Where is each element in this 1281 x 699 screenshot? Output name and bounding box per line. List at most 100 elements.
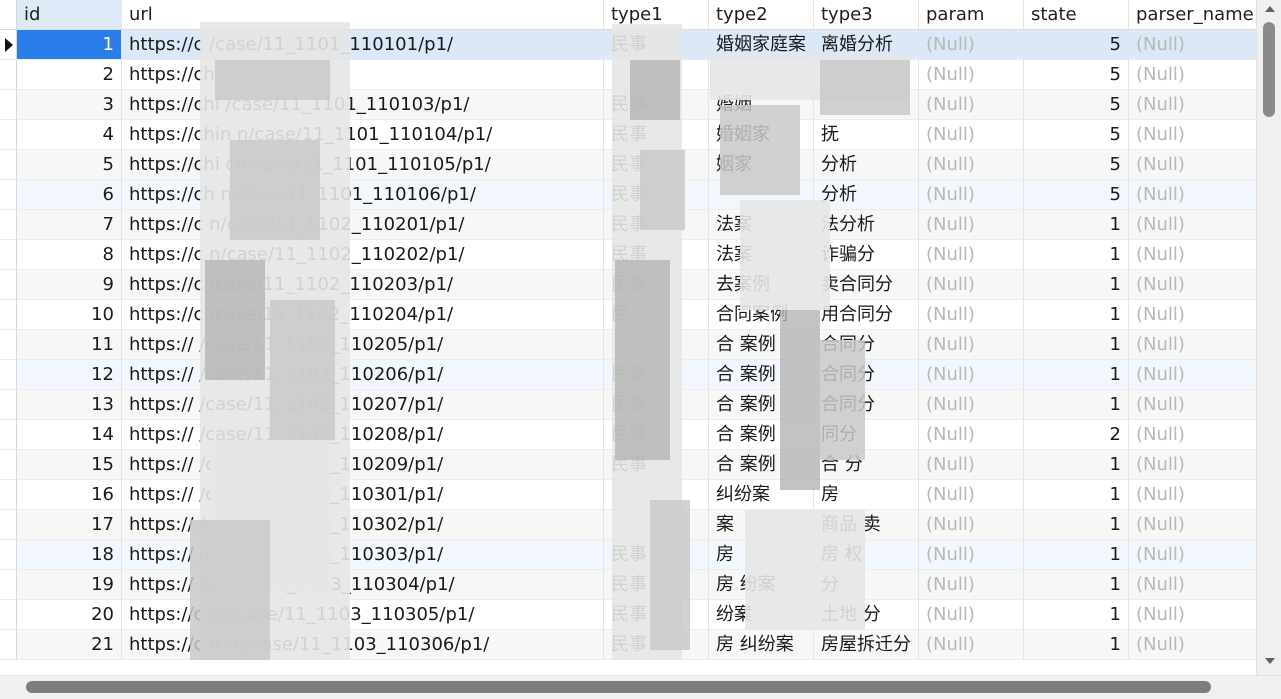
scroll-up-arrow-icon[interactable] <box>1265 6 1275 12</box>
row-marker[interactable] <box>0 420 17 450</box>
cell-parser-name[interactable]: (Null) <box>1129 570 1256 600</box>
cell-url[interactable]: https://chin n/case/11_1101_110104/p1/ <box>122 120 604 150</box>
column-header-parser-name[interactable]: parser_name <box>1129 0 1256 29</box>
cell-type3[interactable]: 合同分 <box>814 330 919 360</box>
row-marker[interactable] <box>0 450 17 480</box>
cell-type2[interactable] <box>709 60 814 90</box>
cell-param[interactable]: (Null) <box>919 300 1024 330</box>
row-marker[interactable] <box>0 240 17 270</box>
cell-param[interactable]: (Null) <box>919 270 1024 300</box>
cell-parser-name[interactable]: (Null) <box>1129 630 1256 660</box>
cell-param[interactable]: (Null) <box>919 330 1024 360</box>
vertical-scroll-thumb[interactable] <box>1263 22 1275 117</box>
column-header-url[interactable]: url <box>122 0 604 29</box>
cell-param[interactable]: (Null) <box>919 600 1024 630</box>
cell-type2[interactable] <box>709 180 814 210</box>
table-row[interactable]: 18 https:// /case/11_1103_110303/p1/民事房房 … <box>0 540 1256 570</box>
cell-type3[interactable]: 房 <box>814 480 919 510</box>
cell-url[interactable]: https://c n/case/11_1102_110201/p1/ <box>122 210 604 240</box>
cell-state[interactable]: 1 <box>1024 630 1129 660</box>
cell-parser-name[interactable]: (Null) <box>1129 420 1256 450</box>
table-row[interactable]: 13 https:// /case/11_1102_110207/p1/民事合 案… <box>0 390 1256 420</box>
cell-type3[interactable]: 合 分 <box>814 450 919 480</box>
cell-type1[interactable]: 民 <box>604 300 709 330</box>
column-header-type2[interactable]: type2 <box>709 0 814 29</box>
cell-type2[interactable]: 合 案例 <box>709 390 814 420</box>
cell-url[interactable]: https://chi /case/11_1101_110103/p1/ <box>122 90 604 120</box>
cell-id[interactable]: 14 <box>17 420 122 450</box>
cell-type3[interactable]: 分 <box>814 570 919 600</box>
table-row[interactable]: 16 https:// /case/11_1103_110301/p1/纠纷案房(… <box>0 480 1256 510</box>
table-row[interactable]: 19 https:// n/case/11_1103_110304/p1/民事房 … <box>0 570 1256 600</box>
cell-id[interactable]: 2 <box>17 60 122 90</box>
row-marker[interactable] <box>0 120 17 150</box>
table-row[interactable]: 2 https://ch (Null) 5 (Null) <box>0 60 1256 90</box>
cell-param[interactable]: (Null) <box>919 570 1024 600</box>
horizontal-scroll-thumb[interactable] <box>26 681 1211 693</box>
cell-url[interactable]: https:// /case/11_1103_110303/p1/ <box>122 540 604 570</box>
cell-type3[interactable]: 分析 <box>814 150 919 180</box>
cell-state[interactable]: 5 <box>1024 180 1129 210</box>
cell-state[interactable]: 5 <box>1024 120 1129 150</box>
cell-id[interactable]: 7 <box>17 210 122 240</box>
cell-type1[interactable] <box>604 480 709 510</box>
cell-param[interactable]: (Null) <box>919 480 1024 510</box>
cell-url[interactable]: https:// /case/11_1102_110208/p1/ <box>122 420 604 450</box>
table-row[interactable]: 1 https://c /case/11_1101_110101/p1/民事 婚姻家… <box>0 30 1256 60</box>
cell-parser-name[interactable]: (Null) <box>1129 180 1256 210</box>
row-marker[interactable] <box>0 480 17 510</box>
table-row[interactable]: 8 https://c n/case/11_1102_110202/p1/民事 法案… <box>0 240 1256 270</box>
cell-id[interactable]: 13 <box>17 390 122 420</box>
cell-id[interactable]: 18 <box>17 540 122 570</box>
cell-type2[interactable]: 案 <box>709 510 814 540</box>
cell-type1[interactable]: 民事 <box>604 150 709 180</box>
cell-type1[interactable]: 民事 <box>604 180 709 210</box>
cell-id[interactable]: 10 <box>17 300 122 330</box>
cell-id[interactable]: 17 <box>17 510 122 540</box>
cell-parser-name[interactable]: (Null) <box>1129 600 1256 630</box>
cell-type3[interactable]: 土地 分 <box>814 600 919 630</box>
cell-id[interactable]: 12 <box>17 360 122 390</box>
cell-type2[interactable]: 婚姻家庭案 <box>709 30 814 60</box>
row-marker[interactable] <box>0 60 17 90</box>
cell-type1[interactable]: 民事 <box>604 420 709 450</box>
cell-type3[interactable]: 诈骗分 <box>814 240 919 270</box>
cell-url[interactable]: https://c /case/11_1102_110204/p1/ <box>122 300 604 330</box>
cell-param[interactable]: (Null) <box>919 90 1024 120</box>
cell-type1[interactable]: 民事 <box>604 240 709 270</box>
cell-parser-name[interactable]: (Null) <box>1129 150 1256 180</box>
cell-type2[interactable]: 房 <box>709 540 814 570</box>
cell-id[interactable]: 5 <box>17 150 122 180</box>
cell-parser-name[interactable]: (Null) <box>1129 90 1256 120</box>
cell-parser-name[interactable]: (Null) <box>1129 270 1256 300</box>
cell-state[interactable]: 1 <box>1024 210 1129 240</box>
column-header-param[interactable]: param <box>919 0 1024 29</box>
cell-type3[interactable]: 抚 <box>814 120 919 150</box>
cell-type2[interactable]: 法案 <box>709 210 814 240</box>
row-marker[interactable] <box>0 90 17 120</box>
cell-parser-name[interactable]: (Null) <box>1129 300 1256 330</box>
table-row[interactable]: 3 https://chi /case/11_1101_110103/p1/民事婚… <box>0 90 1256 120</box>
cell-type1[interactable]: 民事 <box>604 600 709 630</box>
cell-state[interactable]: 1 <box>1024 240 1129 270</box>
cell-id[interactable]: 6 <box>17 180 122 210</box>
table-row[interactable]: 9 https://c /case/11_1102_110203/p1/民事 去案例… <box>0 270 1256 300</box>
row-marker[interactable] <box>0 390 17 420</box>
vertical-scrollbar[interactable] <box>1256 0 1281 675</box>
cell-parser-name[interactable]: (Null) <box>1129 390 1256 420</box>
cell-type2[interactable]: 合 案例 <box>709 360 814 390</box>
cell-state[interactable]: 1 <box>1024 570 1129 600</box>
table-row[interactable]: 7 https://c n/case/11_1102_110201/p1/民事 法案… <box>0 210 1256 240</box>
scroll-down-arrow-icon[interactable] <box>1265 658 1275 664</box>
cell-url[interactable]: https://chi cn/case/11_1101_110105/p1/ <box>122 150 604 180</box>
cell-parser-name[interactable]: (Null) <box>1129 540 1256 570</box>
cell-url[interactable]: https://c cn/case/11_1103_110305/p1/ <box>122 600 604 630</box>
row-marker[interactable] <box>0 180 17 210</box>
cell-type2[interactable]: 纷案 <box>709 600 814 630</box>
table-row[interactable]: 5 https://chi cn/case/11_1101_110105/p1/民… <box>0 150 1256 180</box>
cell-parser-name[interactable]: (Null) <box>1129 480 1256 510</box>
table-row[interactable]: 11 https:// /case/11_1102_110205/p1/合 案例合… <box>0 330 1256 360</box>
cell-type1[interactable]: 民事 <box>604 90 709 120</box>
table-row[interactable]: 10 https://c /case/11_1102_110204/p1/民合同案… <box>0 300 1256 330</box>
cell-id[interactable]: 15 <box>17 450 122 480</box>
